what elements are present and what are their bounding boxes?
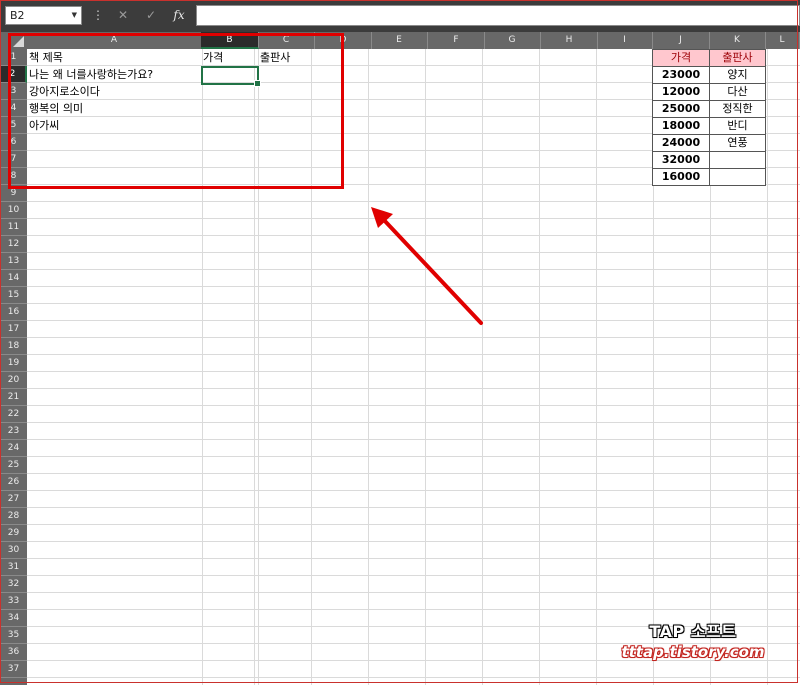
watermark: TAP 소프트 tttap.tistory.com <box>608 618 778 661</box>
watermark-title: TAP 소프트 <box>649 622 737 641</box>
arrow-shaft <box>381 217 483 325</box>
watermark-url: tttap.tistory.com <box>621 643 765 661</box>
annotation-arrow <box>371 207 483 325</box>
